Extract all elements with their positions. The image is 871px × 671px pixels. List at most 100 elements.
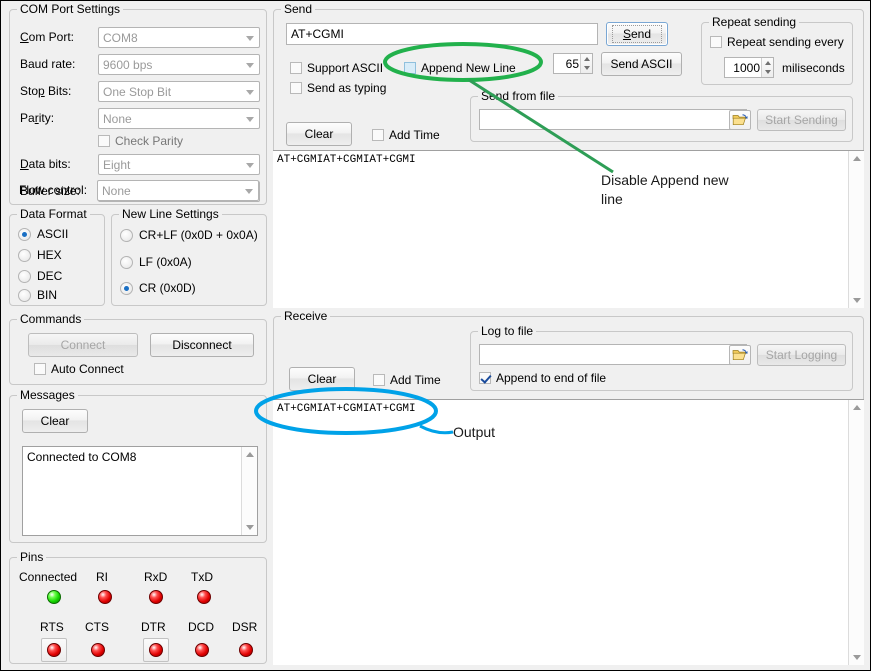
send-file-path-input[interactable] bbox=[479, 109, 747, 130]
flow-control-select[interactable]: None bbox=[97, 180, 259, 201]
chevron-down-icon bbox=[246, 63, 254, 68]
send-title: Send bbox=[281, 2, 315, 16]
radio-bin[interactable]: BIN bbox=[18, 288, 57, 302]
ascii-code-spinner[interactable]: 65 bbox=[553, 53, 593, 74]
radio-ascii[interactable]: ASCII bbox=[18, 227, 68, 241]
baud-rate-select[interactable]: 9600 bps bbox=[98, 54, 260, 75]
checkbox-box bbox=[710, 36, 722, 48]
pin-led-ri bbox=[98, 590, 112, 604]
checkbox-box bbox=[372, 129, 384, 141]
annotation-text-disable-append: Disable Append new line bbox=[601, 171, 761, 209]
scroll-up-icon[interactable] bbox=[242, 447, 257, 463]
radio-hex[interactable]: HEX bbox=[18, 248, 62, 262]
append-to-end-checkbox[interactable]: Append to end of file bbox=[479, 371, 606, 385]
radio-dot bbox=[18, 289, 31, 302]
send-add-time-checkbox[interactable]: Add Time bbox=[372, 128, 440, 142]
send-log[interactable]: AT+CGMIAT+CGMIAT+CGMI bbox=[273, 150, 864, 308]
ascii-code-value: 65 bbox=[566, 57, 579, 71]
send-log-text: AT+CGMIAT+CGMIAT+CGMI bbox=[277, 154, 846, 166]
folder-open-icon[interactable] bbox=[729, 110, 751, 130]
messages-group: Messages Clear Connected to COM8 bbox=[9, 395, 267, 543]
radio-dec-label: DEC bbox=[37, 269, 62, 283]
repeat-sending-title: Repeat sending bbox=[709, 15, 799, 29]
spinner-buttons[interactable] bbox=[761, 58, 773, 77]
receive-scrollbar[interactable] bbox=[848, 400, 864, 665]
com-port-select[interactable]: COM8 bbox=[98, 27, 260, 48]
spinner-buttons[interactable] bbox=[580, 54, 592, 73]
send-command-input[interactable] bbox=[286, 23, 598, 45]
disconnect-button[interactable]: Disconnect bbox=[150, 333, 254, 357]
send-as-typing-checkbox[interactable]: Send as typing bbox=[290, 81, 386, 95]
parity-select[interactable]: None bbox=[98, 108, 260, 129]
repeat-interval-spinner[interactable]: 1000 bbox=[724, 57, 774, 78]
pins-group: Pins Connected RI RxD TxD RTS CTS DTR DC… bbox=[9, 557, 267, 664]
pin-led-dcd bbox=[195, 643, 209, 657]
chevron-down-icon bbox=[245, 189, 253, 194]
annotation-text-output: Output bbox=[453, 423, 495, 442]
receive-add-time-checkbox[interactable]: Add Time bbox=[373, 373, 441, 387]
receive-clear-button[interactable]: Clear bbox=[289, 367, 355, 391]
send-clear-button[interactable]: Clear bbox=[286, 122, 352, 146]
scroll-up-icon[interactable] bbox=[849, 151, 864, 167]
radio-dec[interactable]: DEC bbox=[18, 269, 62, 283]
radio-bin-label: BIN bbox=[37, 288, 57, 302]
radio-lf[interactable]: LF (0x0A) bbox=[120, 255, 192, 269]
radio-cr[interactable]: CR (0x0D) bbox=[120, 281, 196, 295]
stop-bits-select[interactable]: One Stop Bit bbox=[98, 81, 260, 102]
check-parity-checkbox[interactable]: Check Parity bbox=[98, 134, 183, 148]
receive-output[interactable]: AT+CGMIAT+CGMIAT+CGMI bbox=[273, 399, 864, 665]
messages-clear-button[interactable]: Clear bbox=[22, 409, 88, 433]
radio-crlf[interactable]: CR+LF (0x0D + 0x0A) bbox=[120, 228, 258, 242]
send-log-scrollbar[interactable] bbox=[848, 151, 864, 308]
messages-log[interactable]: Connected to COM8 bbox=[22, 446, 258, 536]
append-new-line-checkbox[interactable]: Append New Line bbox=[404, 61, 516, 75]
folder-open-icon[interactable] bbox=[729, 345, 751, 365]
append-new-line-label: Append New Line bbox=[421, 61, 516, 75]
scroll-up-icon[interactable] bbox=[849, 400, 864, 416]
disconnect-label: Disconnect bbox=[172, 338, 231, 352]
radio-lf-label: LF (0x0A) bbox=[139, 255, 192, 269]
data-bits-select[interactable]: Eight bbox=[98, 154, 260, 175]
receive-title: Receive bbox=[281, 309, 330, 323]
checkbox-box bbox=[479, 372, 491, 384]
start-sending-button[interactable]: Start Sending bbox=[757, 109, 846, 131]
pin-label-dcd: DCD bbox=[188, 620, 214, 634]
log-file-path-input[interactable] bbox=[479, 344, 747, 365]
flow-control-value: None bbox=[102, 184, 131, 198]
send-from-file-group: Send from file Start Sending bbox=[470, 96, 853, 142]
support-ascii-checkbox[interactable]: Support ASCII bbox=[290, 61, 383, 75]
send-add-time-label: Add Time bbox=[389, 128, 440, 142]
messages-title: Messages bbox=[17, 388, 78, 402]
repeat-sending-checkbox[interactable]: Repeat sending every bbox=[710, 35, 844, 49]
commands-group: Commands Connect Disconnect Auto Connect bbox=[9, 319, 267, 385]
repeat-unit-label: miliseconds bbox=[782, 61, 845, 75]
label-baud-rate: Baud rate: bbox=[20, 57, 75, 71]
radio-dot bbox=[120, 282, 133, 295]
data-bits-value: Eight bbox=[103, 158, 130, 172]
repeat-interval-value: 1000 bbox=[733, 61, 760, 75]
chevron-down-icon bbox=[246, 90, 254, 95]
checkbox-box bbox=[290, 82, 302, 94]
pin-label-dtr: DTR bbox=[141, 620, 166, 634]
scroll-down-icon[interactable] bbox=[849, 649, 864, 665]
send-ascii-button[interactable]: Send ASCII bbox=[601, 52, 682, 76]
scroll-down-icon[interactable] bbox=[849, 292, 864, 308]
auto-connect-checkbox[interactable]: Auto Connect bbox=[34, 362, 124, 376]
send-ascii-label: Send ASCII bbox=[610, 57, 672, 71]
send-button[interactable]: Send bbox=[606, 22, 668, 46]
radio-dot bbox=[120, 256, 133, 269]
send-button-label: Send bbox=[612, 25, 662, 43]
messages-clear-label: Clear bbox=[41, 414, 70, 428]
scroll-down-icon[interactable] bbox=[242, 519, 257, 535]
send-as-typing-label: Send as typing bbox=[307, 81, 386, 95]
messages-scrollbar[interactable] bbox=[241, 447, 257, 535]
send-group: Send Send Support ASCII Append New Line … bbox=[273, 9, 864, 307]
com-port-settings-title: COM Port Settings bbox=[17, 2, 123, 16]
commands-title: Commands bbox=[17, 312, 84, 326]
baud-rate-value: 9600 bps bbox=[103, 58, 152, 72]
connect-button[interactable]: Connect bbox=[28, 333, 138, 357]
start-logging-button[interactable]: Start Logging bbox=[757, 344, 846, 366]
receive-clear-label: Clear bbox=[308, 372, 337, 386]
log-to-file-group: Log to file Start Logging Append to end … bbox=[470, 331, 853, 391]
label-data-bits: Data bits: bbox=[20, 157, 71, 171]
